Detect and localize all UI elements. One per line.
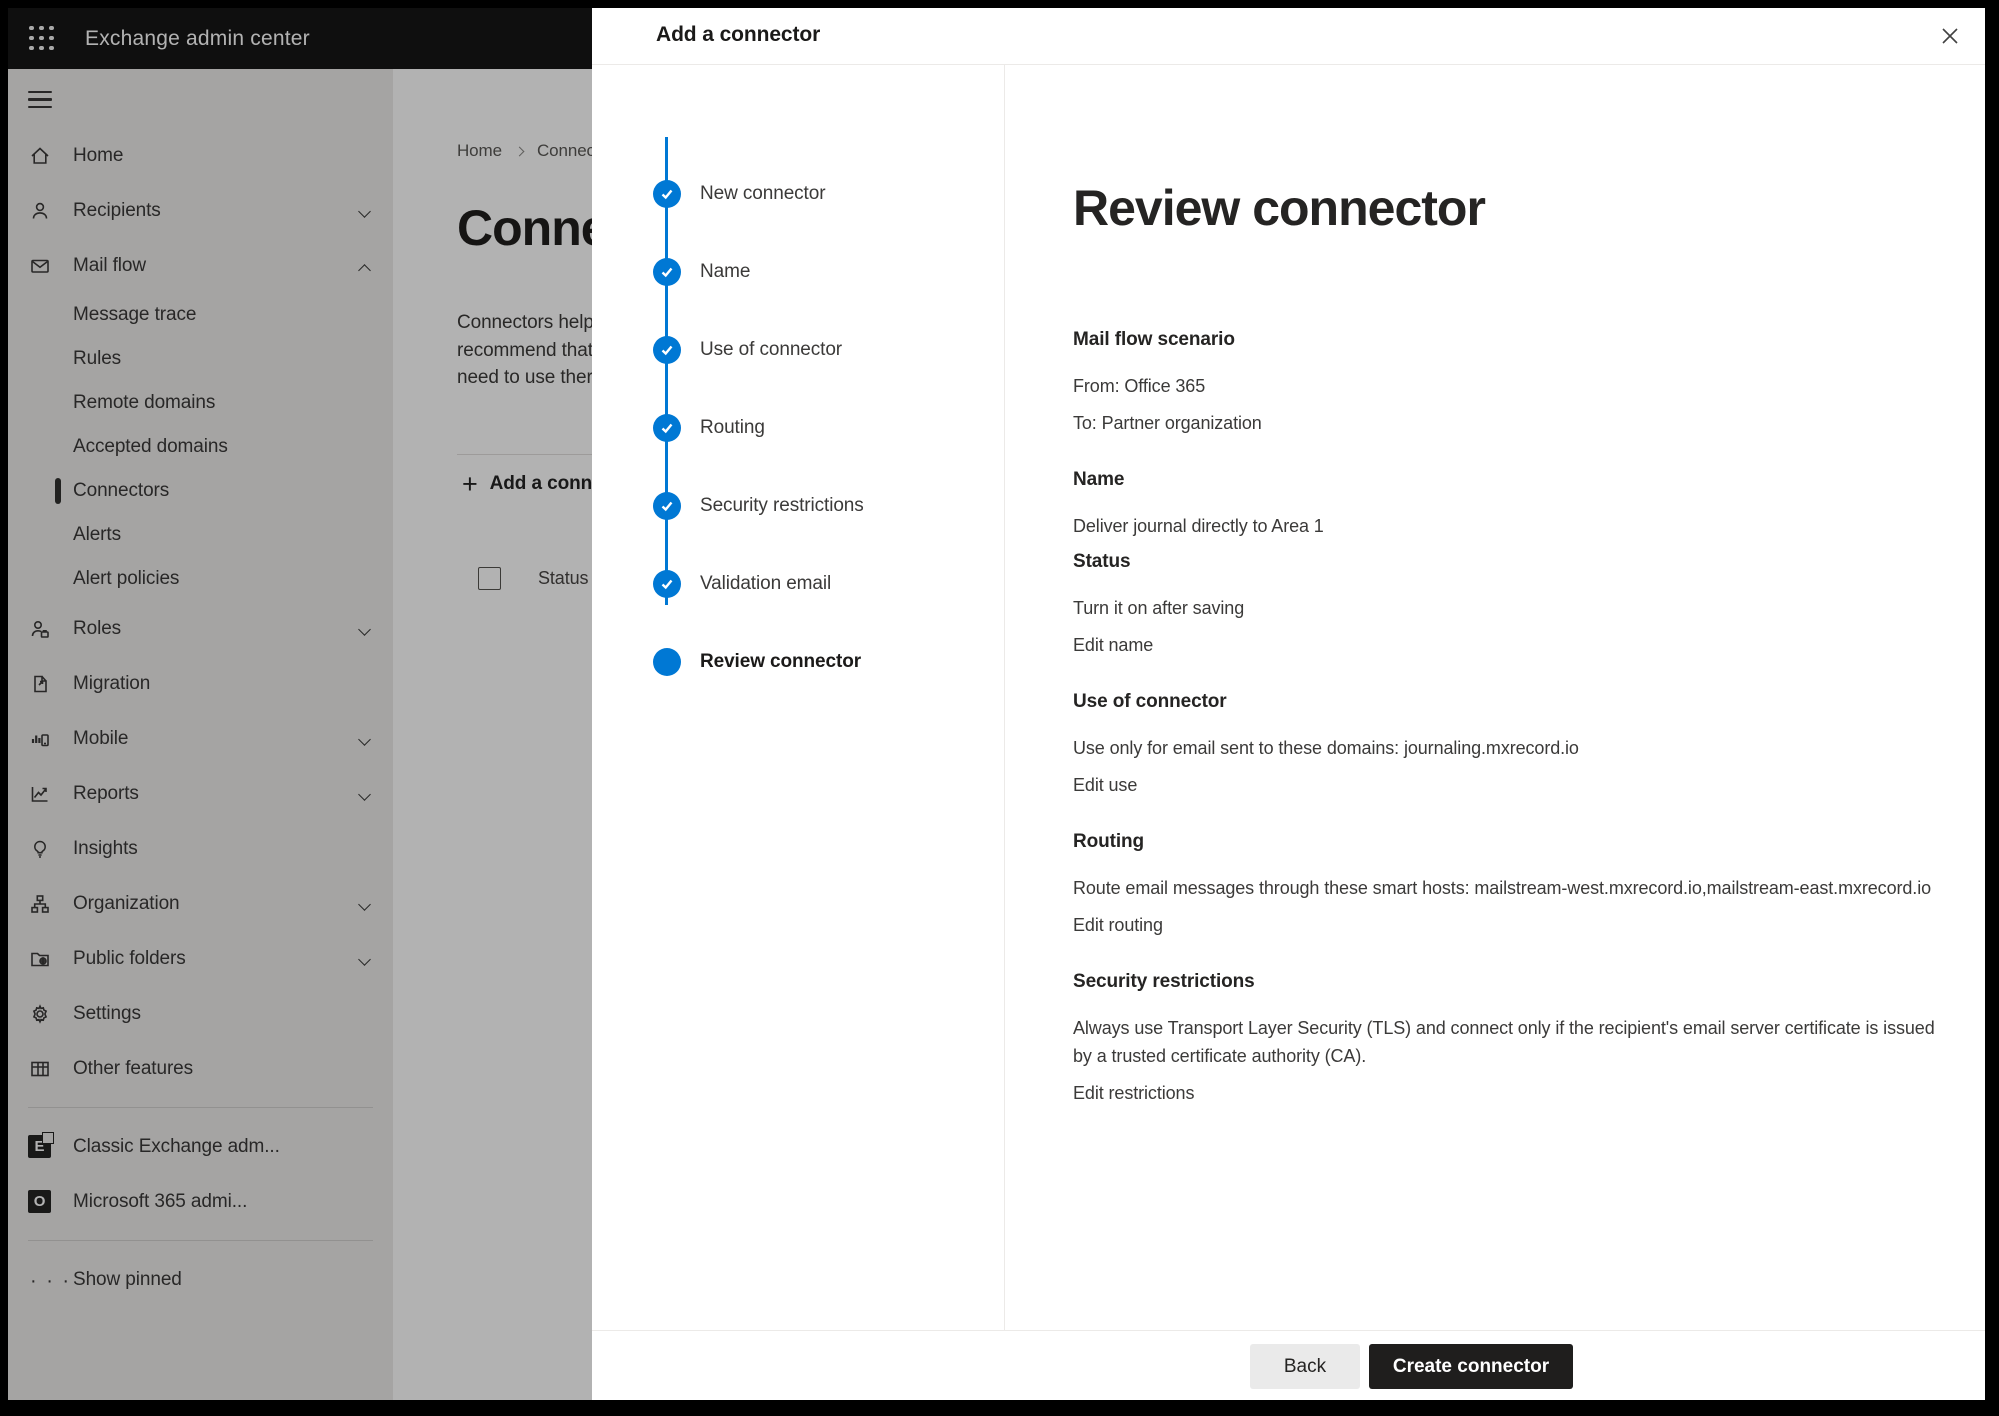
step-complete-icon — [653, 180, 681, 208]
step-complete-icon — [653, 570, 681, 598]
modal-footer: Back Create connector — [592, 1330, 1985, 1400]
edit-routing-link[interactable]: Edit routing — [1073, 911, 1163, 939]
add-connector-modal: Add a connector New connector Name Use o… — [592, 8, 1985, 1400]
create-connector-button[interactable]: Create connector — [1369, 1344, 1573, 1389]
step-complete-icon — [653, 258, 681, 286]
status-value: Turn it on after saving — [1073, 594, 1953, 622]
step-current-icon — [653, 648, 681, 676]
edit-use-link[interactable]: Edit use — [1073, 771, 1137, 799]
step-complete-icon — [653, 492, 681, 520]
section-security-restrictions: Security restrictions Always use Transpo… — [1073, 969, 1953, 1107]
section-name: Name Deliver journal directly to Area 1 — [1073, 467, 1953, 540]
mail-flow-from: From: Office 365 — [1073, 372, 1953, 400]
section-mail-flow-scenario: Mail flow scenario From: Office 365 To: … — [1073, 327, 1953, 437]
section-use-of-connector: Use of connector Use only for email sent… — [1073, 689, 1953, 799]
modal-title: Add a connector — [656, 23, 820, 47]
security-restrictions-value: Always use Transport Layer Security (TLS… — [1073, 1014, 1953, 1070]
section-status: Status Turn it on after saving Edit name — [1073, 549, 1953, 659]
edit-name-link[interactable]: Edit name — [1073, 631, 1153, 659]
step-complete-icon — [653, 336, 681, 364]
back-button[interactable]: Back — [1250, 1344, 1360, 1389]
modal-header: Add a connector — [592, 8, 1985, 65]
connector-name-value: Deliver journal directly to Area 1 — [1073, 512, 1953, 540]
use-of-connector-value: Use only for email sent to these domains… — [1073, 734, 1953, 762]
routing-value: Route email messages through these smart… — [1073, 874, 1953, 902]
step-complete-icon — [653, 414, 681, 442]
close-icon[interactable] — [1935, 21, 1965, 51]
wizard-steps: New connector Name Use of connector Rout… — [592, 65, 1005, 1330]
mail-flow-to: To: Partner organization — [1073, 409, 1953, 437]
edit-restrictions-link[interactable]: Edit restrictions — [1073, 1079, 1194, 1107]
review-heading: Review connector — [1073, 177, 1953, 239]
app-screen: Exchange admin center Home Recipients Ma… — [8, 8, 1985, 1400]
review-content: Review connector Mail flow scenario From… — [1073, 65, 1953, 1107]
section-routing: Routing Route email messages through the… — [1073, 829, 1953, 939]
